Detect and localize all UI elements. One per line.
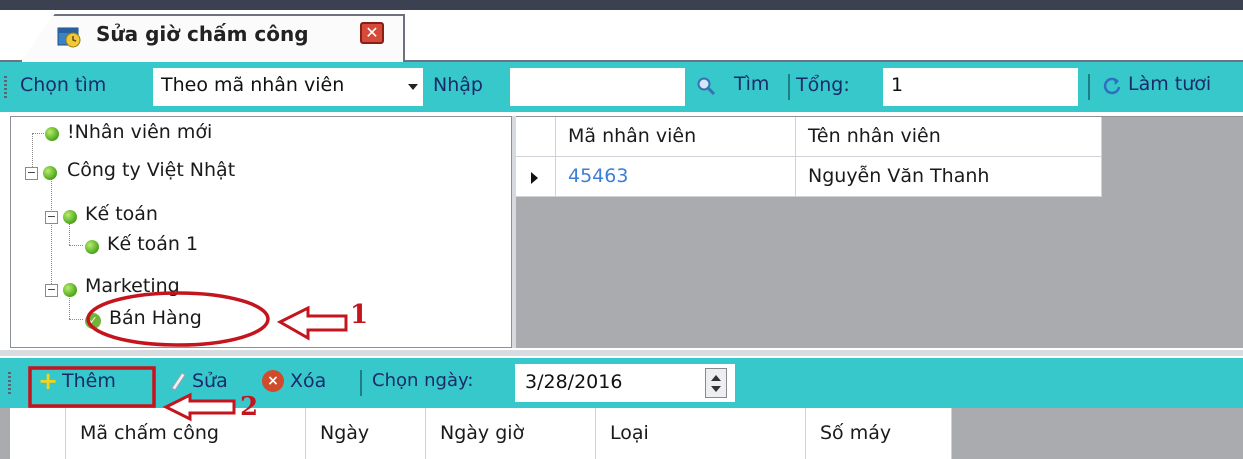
arrow-left-icon	[276, 305, 348, 341]
arrow-left-icon	[162, 392, 236, 422]
step-number-2: 2	[240, 392, 259, 422]
step-number-1: 1	[350, 300, 369, 330]
app-window: Sửa giờ chấm công ✕ Chọn tìm Theo mã nhâ…	[0, 0, 1243, 459]
highlight-ellipse	[86, 291, 270, 347]
tutorial-annotation-overlay	[28, 291, 348, 422]
highlight-box	[28, 366, 156, 408]
